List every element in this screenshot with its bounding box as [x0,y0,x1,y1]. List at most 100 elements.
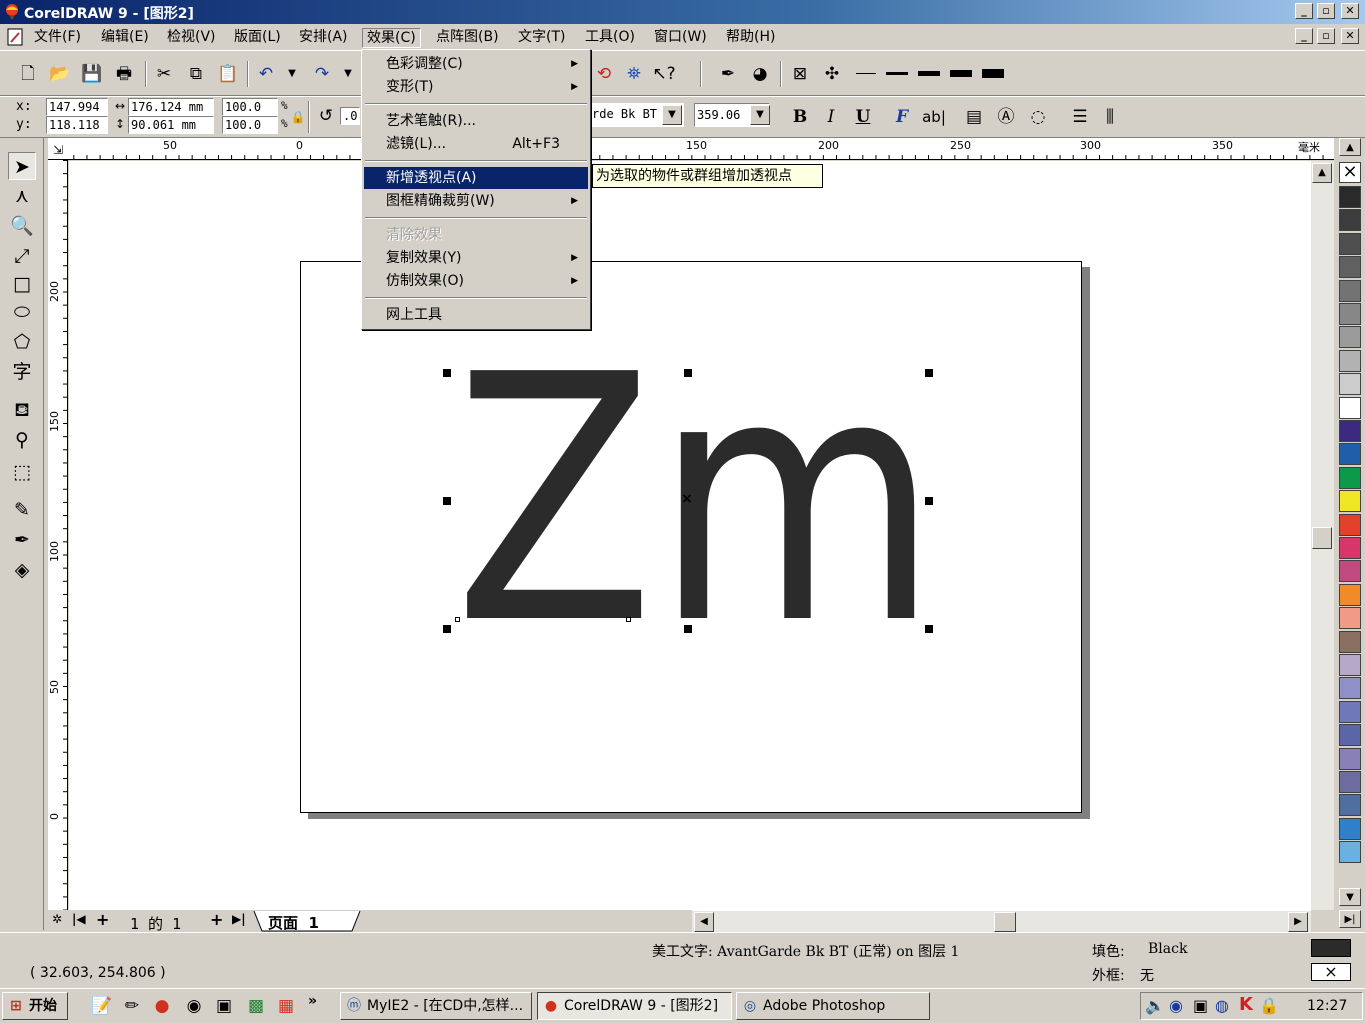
color-swatch[interactable] [1339,466,1361,489]
quicklaunch-app-icon[interactable]: ▩ [244,994,268,1018]
menu-item-clone-effect[interactable]: 仿制效果(O) ▶ [364,270,588,292]
color-swatch[interactable] [1339,794,1361,817]
polygon-tool-icon[interactable]: ⬠ [8,328,36,356]
quicklaunch-pencil-icon[interactable]: ✏ [120,994,144,1018]
open-icon[interactable]: 📂 [48,62,72,86]
outline-pen-icon[interactable]: ✒ [716,62,740,86]
selection-handle[interactable] [684,369,692,377]
line-weight-4[interactable] [950,70,972,77]
whats-this-icon[interactable]: ↖? [652,62,676,86]
menu-item-copy-effect[interactable]: 复制效果(Y) ▶ [364,247,588,269]
tray-antivirus-icon[interactable]: K [1239,994,1253,1015]
font-dropdown-icon[interactable]: ▼ [662,105,682,125]
menu-layout[interactable]: 版面(L) [230,28,285,48]
color-swatch[interactable] [1339,420,1361,442]
scroll-left-icon[interactable]: ◀ [694,912,714,932]
text-wrap-icon[interactable]: ▤ [962,105,986,129]
fit-text-path-icon[interactable]: ◌ [1026,105,1050,129]
horizontal-text-icon[interactable]: ☰ [1068,105,1092,129]
eyedropper-tool-icon[interactable]: ✎ [8,496,36,524]
edit-text-button[interactable]: ab| [920,105,948,129]
color-swatch[interactable] [1339,724,1361,747]
color-swatch[interactable] [1339,349,1361,372]
page-tab[interactable]: 页面 1 [268,912,319,933]
paste-icon[interactable]: 📋 [216,62,240,86]
menu-item-online-tools[interactable]: 网上工具 [364,304,588,326]
hairline-icon[interactable]: ✣ [820,62,844,86]
new-icon[interactable]: 🗋 [16,62,40,86]
color-swatch[interactable] [1339,326,1361,349]
tray-lock-icon[interactable]: 🔒 [1259,996,1279,1015]
color-docker-icon[interactable]: ◕ [748,62,772,86]
first-page-button[interactable]: |◀ [72,912,86,926]
quicklaunch-coreldraw-icon[interactable]: ● [150,994,174,1018]
volume-icon[interactable]: 🔈 [1145,996,1165,1015]
shape-tool-icon[interactable]: ⋏ [8,182,36,210]
color-swatch[interactable] [1339,607,1361,630]
color-swatch[interactable] [1339,513,1361,536]
italic-button[interactable]: I [819,105,843,129]
color-swatch[interactable] [1339,747,1361,770]
doc-restore-button[interactable]: ▫ [1317,28,1335,44]
color-swatch[interactable] [1339,209,1361,232]
cut-icon[interactable]: ✂ [152,62,176,86]
selection-handle[interactable] [684,625,692,633]
interactive-transparency-icon[interactable]: ⚲ [8,426,36,454]
line-weight-2[interactable] [886,72,908,75]
node-marker[interactable] [455,617,460,622]
add-page-before-button[interactable]: + [96,910,109,929]
task-photoshop[interactable]: ◎ Adobe Photoshop [736,992,930,1020]
text-tool-icon[interactable]: 字 [8,358,36,386]
artistic-text-icon[interactable]: Ⓐ [994,105,1018,129]
undo-dropdown-icon[interactable]: ▼ [280,62,304,86]
no-outline-icon[interactable]: ⊠ [788,62,812,86]
scale-x-field[interactable]: 100.0 [222,98,278,116]
color-swatch[interactable] [1339,841,1361,864]
quicklaunch-notepad-icon[interactable]: 📝 [90,994,114,1018]
color-swatch[interactable] [1339,677,1361,700]
add-page-after-button[interactable]: + [210,910,223,929]
palette-expand-icon[interactable]: ▶| [1339,910,1361,928]
fill-swatch[interactable] [1311,939,1351,957]
task-coreldraw[interactable]: ● CorelDRAW 9 - [图形2] [537,992,732,1020]
menu-item-lens[interactable]: 滤镜(L)... Alt+F3 [364,133,588,155]
menu-file[interactable]: 文件(F) [30,28,85,48]
scroll-up-icon[interactable]: ▲ [1312,163,1332,183]
menu-item-powerclip[interactable]: 图框精确裁剪(W) ▶ [364,190,588,212]
print-icon[interactable]: 🖶 [112,62,136,86]
tray-network-icon[interactable]: ▣ [1193,996,1208,1015]
line-weight-5[interactable] [982,69,1004,78]
task-myie2[interactable]: ⓜ MyIE2 - [在CD中,怎样... [340,992,532,1020]
start-button[interactable]: ⊞ 开始 [2,992,68,1020]
quicklaunch-desktop-icon[interactable]: ▣ [212,994,236,1018]
menu-effects[interactable]: 效果(C) [362,28,421,48]
color-swatch[interactable] [1339,490,1361,513]
menu-edit[interactable]: 编辑(E) [97,28,153,48]
restore-button[interactable]: ▫ [1317,3,1335,19]
ruler-corner-icon[interactable]: ⇲ [53,143,63,157]
node-marker[interactable] [626,617,631,622]
menu-item-transform[interactable]: 变形(T) ▶ [364,76,588,98]
ellipse-tool-icon[interactable]: ⬭ [8,298,36,326]
menu-tools[interactable]: 工具(O) [581,28,639,48]
rotation-field[interactable]: .0 [340,107,360,125]
color-swatch[interactable] [1339,443,1361,466]
selection-handle[interactable] [443,497,451,505]
outline-none-swatch-icon[interactable]: ⨯ [1311,963,1351,981]
menu-bitmaps[interactable]: 点阵图(B) [432,28,503,48]
document-icon[interactable] [6,27,26,47]
format-text-icon[interactable]: F [890,105,914,129]
import-icon[interactable]: ⟲ [592,62,616,86]
tray-globe-icon[interactable]: ◍ [1215,996,1229,1015]
tray-app-icon[interactable]: ◉ [1169,996,1183,1015]
selection-handle[interactable] [443,369,451,377]
vertical-text-icon[interactable]: ⫼ [1098,105,1122,129]
color-swatch[interactable] [1339,232,1361,255]
line-weight-1[interactable] [856,73,876,74]
quicklaunch-app2-icon[interactable]: ▦ [274,994,298,1018]
color-swatch[interactable] [1339,279,1361,302]
color-swatch[interactable] [1339,303,1361,325]
vertical-scrollbar[interactable]: ▲ [1311,161,1334,910]
color-swatch[interactable] [1339,630,1361,653]
menu-arrange[interactable]: 安排(A) [295,28,352,48]
